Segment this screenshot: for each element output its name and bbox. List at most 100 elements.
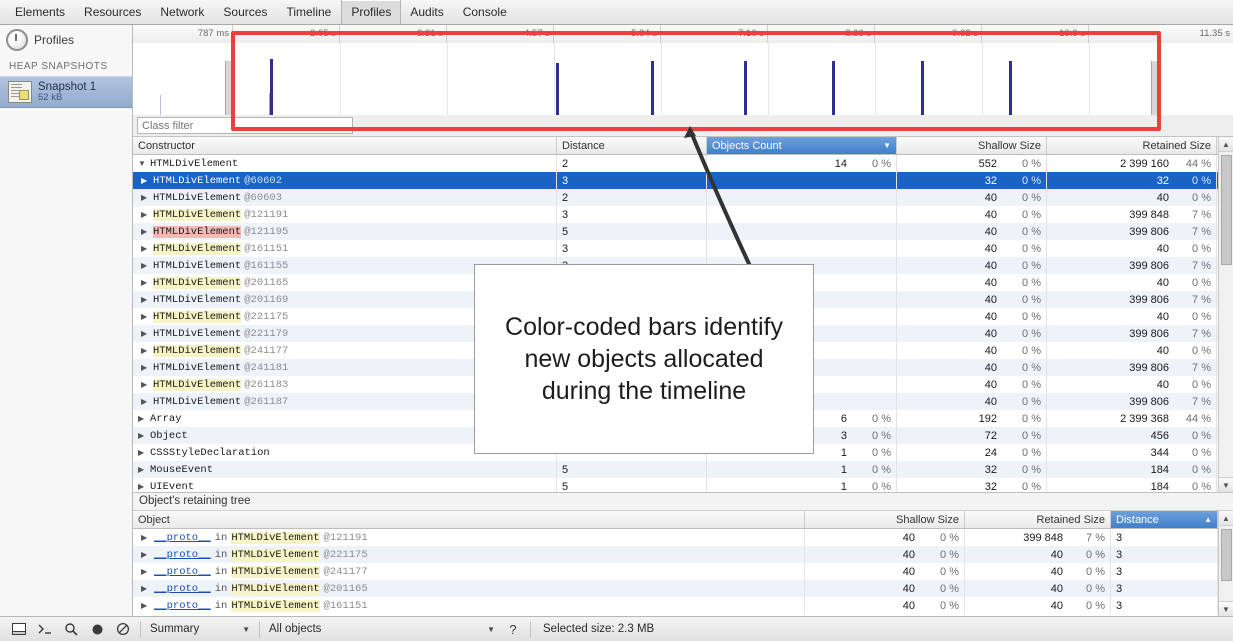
disclosure-triangle-icon[interactable]: ▶: [138, 448, 147, 457]
disclosure-triangle-icon[interactable]: ▶: [141, 584, 150, 593]
disclosure-triangle-icon[interactable]: ▶: [138, 414, 147, 423]
column-header-shallow-size[interactable]: Shallow Size: [805, 511, 965, 528]
shallow-percent: 0 %: [1011, 464, 1041, 476]
tab-resources[interactable]: Resources: [75, 0, 151, 24]
cell-retained-size: 399 8067 %: [1047, 393, 1217, 410]
console-drawer-icon[interactable]: [32, 618, 58, 641]
tab-timeline[interactable]: Timeline: [277, 0, 341, 24]
scroll-up-icon[interactable]: ▲: [1219, 511, 1233, 526]
sidebar-item-snapshot-1[interactable]: Snapshot 1 52 kB: [0, 76, 132, 108]
cell-shallow-size: 720 %: [897, 427, 1047, 444]
timeline-allocation-bar[interactable]: [744, 61, 747, 115]
disclosure-triangle-icon[interactable]: ▶: [141, 533, 150, 542]
cell-retained-size: 399 8067 %: [1047, 359, 1217, 376]
column-header-retained-size[interactable]: Retained Size: [965, 511, 1111, 528]
property-name: __proto__: [154, 532, 211, 544]
scrollbar-thumb[interactable]: [1221, 529, 1232, 581]
timeline-allocation-bar[interactable]: [832, 61, 835, 115]
list-item[interactable]: ▶__proto__inHTMLDivElement@221175 400 % …: [133, 546, 1233, 563]
retaining-tree-scrollbar[interactable]: ▲ ▼: [1218, 511, 1233, 616]
shallow-percent: 0 %: [1011, 345, 1041, 357]
timeline-allocation-bar[interactable]: [921, 61, 924, 115]
timeline-gridline: [768, 43, 769, 115]
disclosure-triangle-icon[interactable]: ▶: [141, 397, 150, 406]
list-item[interactable]: ▶__proto__inHTMLDivElement@121191 400 % …: [133, 529, 1233, 546]
shallow-value: 24: [985, 447, 997, 459]
shallow-percent: 0 %: [1011, 243, 1041, 255]
disclosure-triangle-icon[interactable]: ▶: [141, 363, 150, 372]
disclosure-triangle-icon[interactable]: ▶: [141, 329, 150, 338]
timeline-allocation-bar[interactable]: [651, 61, 654, 115]
retained-percent: 0 %: [1181, 175, 1211, 187]
cell-retained-size: 400 %: [1047, 342, 1217, 359]
table-row[interactable]: ▶MouseEvent 5 10 % 320 % 1840 %: [133, 461, 1233, 478]
scroll-down-icon[interactable]: ▼: [1219, 477, 1233, 492]
heap-overview-timeline[interactable]: 787 ms 2.05 s 3.31 s 4.57 s 5.84 s 7.10 …: [133, 25, 1233, 115]
object-filter-select[interactable]: All objects ▼: [264, 620, 500, 639]
shallow-value: 40: [903, 532, 915, 544]
timeline-allocation-bar[interactable]: [1009, 61, 1012, 115]
column-header-retained-size[interactable]: Retained Size: [1047, 137, 1217, 154]
disclosure-triangle-icon[interactable]: ▶: [141, 176, 150, 185]
disclosure-triangle-icon[interactable]: ▶: [141, 346, 150, 355]
scroll-down-icon[interactable]: ▼: [1219, 601, 1233, 616]
tab-audits[interactable]: Audits: [401, 0, 453, 24]
disclosure-triangle-icon[interactable]: ▶: [138, 465, 147, 474]
disclosure-triangle-icon[interactable]: ▶: [141, 210, 150, 219]
column-header-shallow-size[interactable]: Shallow Size: [897, 137, 1047, 154]
constructors-grid-scrollbar[interactable]: ▲ ▼: [1218, 137, 1233, 492]
annotation-callout: Color-coded bars identify new objects al…: [474, 264, 814, 454]
clear-icon[interactable]: [110, 618, 136, 641]
search-icon[interactable]: [58, 618, 84, 641]
disclosure-triangle-icon[interactable]: ▼: [138, 159, 147, 168]
view-mode-select[interactable]: Summary ▼: [145, 620, 255, 639]
timeline-ruler: 787 ms 2.05 s 3.31 s 4.57 s 5.84 s 7.10 …: [133, 25, 1233, 44]
help-button[interactable]: ?: [500, 618, 526, 641]
disclosure-triangle-icon[interactable]: ▶: [141, 295, 150, 304]
list-item[interactable]: ▶__proto__inHTMLDivElement@161151 400 % …: [133, 597, 1233, 614]
disclosure-triangle-icon[interactable]: ▶: [141, 261, 150, 270]
timeline-allocation-bar[interactable]: [270, 59, 273, 115]
disclosure-triangle-icon[interactable]: ▶: [141, 193, 150, 202]
console-drawer-glyph: [38, 623, 52, 635]
timeline-bars-area[interactable]: [133, 43, 1233, 115]
column-header-object[interactable]: Object: [133, 511, 805, 528]
retaining-tree-rows: ▶__proto__inHTMLDivElement@121191 400 % …: [133, 529, 1233, 614]
disclosure-triangle-icon[interactable]: ▶: [141, 227, 150, 236]
timeline-allocation-bar[interactable]: [269, 93, 270, 115]
tab-sources[interactable]: Sources: [214, 0, 277, 24]
scrollbar-thumb[interactable]: [1221, 155, 1232, 265]
timeline-allocation-bar[interactable]: [160, 95, 161, 115]
tab-profiles[interactable]: Profiles: [341, 0, 401, 24]
tab-elements[interactable]: Elements: [6, 0, 75, 24]
column-header-distance[interactable]: Distance ▲: [1111, 511, 1218, 528]
column-header-constructor[interactable]: Constructor: [133, 137, 557, 154]
disclosure-triangle-icon[interactable]: ▶: [141, 278, 150, 287]
table-row[interactable]: ▶UIEvent 5 10 % 320 % 1840 %: [133, 478, 1233, 493]
tab-console[interactable]: Console: [454, 0, 517, 24]
shallow-value: 552: [979, 158, 997, 170]
disclosure-triangle-icon[interactable]: ▶: [141, 601, 150, 610]
retained-percent: 0 %: [1181, 243, 1211, 255]
class-filter-input[interactable]: [137, 117, 353, 134]
list-item[interactable]: ▶__proto__inHTMLDivElement@241177 400 % …: [133, 563, 1233, 580]
disclosure-triangle-icon[interactable]: ▶: [141, 550, 150, 559]
scroll-up-icon[interactable]: ▲: [1219, 137, 1233, 152]
constructor-name: HTMLDivElement: [153, 294, 241, 306]
disclosure-triangle-icon[interactable]: ▶: [141, 380, 150, 389]
disclosure-triangle-icon[interactable]: ▶: [138, 482, 147, 491]
disclosure-triangle-icon[interactable]: ▶: [141, 567, 150, 576]
sidebar-header: Profiles: [0, 25, 132, 55]
tab-network[interactable]: Network: [151, 0, 214, 24]
shallow-percent: 0 %: [1011, 481, 1041, 493]
count-value: 1: [841, 447, 847, 459]
dock-panel-icon[interactable]: [6, 618, 32, 641]
record-icon[interactable]: [84, 618, 110, 641]
shallow-percent: 0 %: [1011, 226, 1041, 238]
disclosure-triangle-icon[interactable]: ▶: [141, 312, 150, 321]
disclosure-triangle-icon[interactable]: ▶: [138, 431, 147, 440]
list-item[interactable]: ▶__proto__inHTMLDivElement@201165 400 % …: [133, 580, 1233, 597]
disclosure-triangle-icon[interactable]: ▶: [141, 244, 150, 253]
column-label: Distance: [1116, 514, 1159, 526]
timeline-allocation-bar[interactable]: [556, 63, 559, 115]
